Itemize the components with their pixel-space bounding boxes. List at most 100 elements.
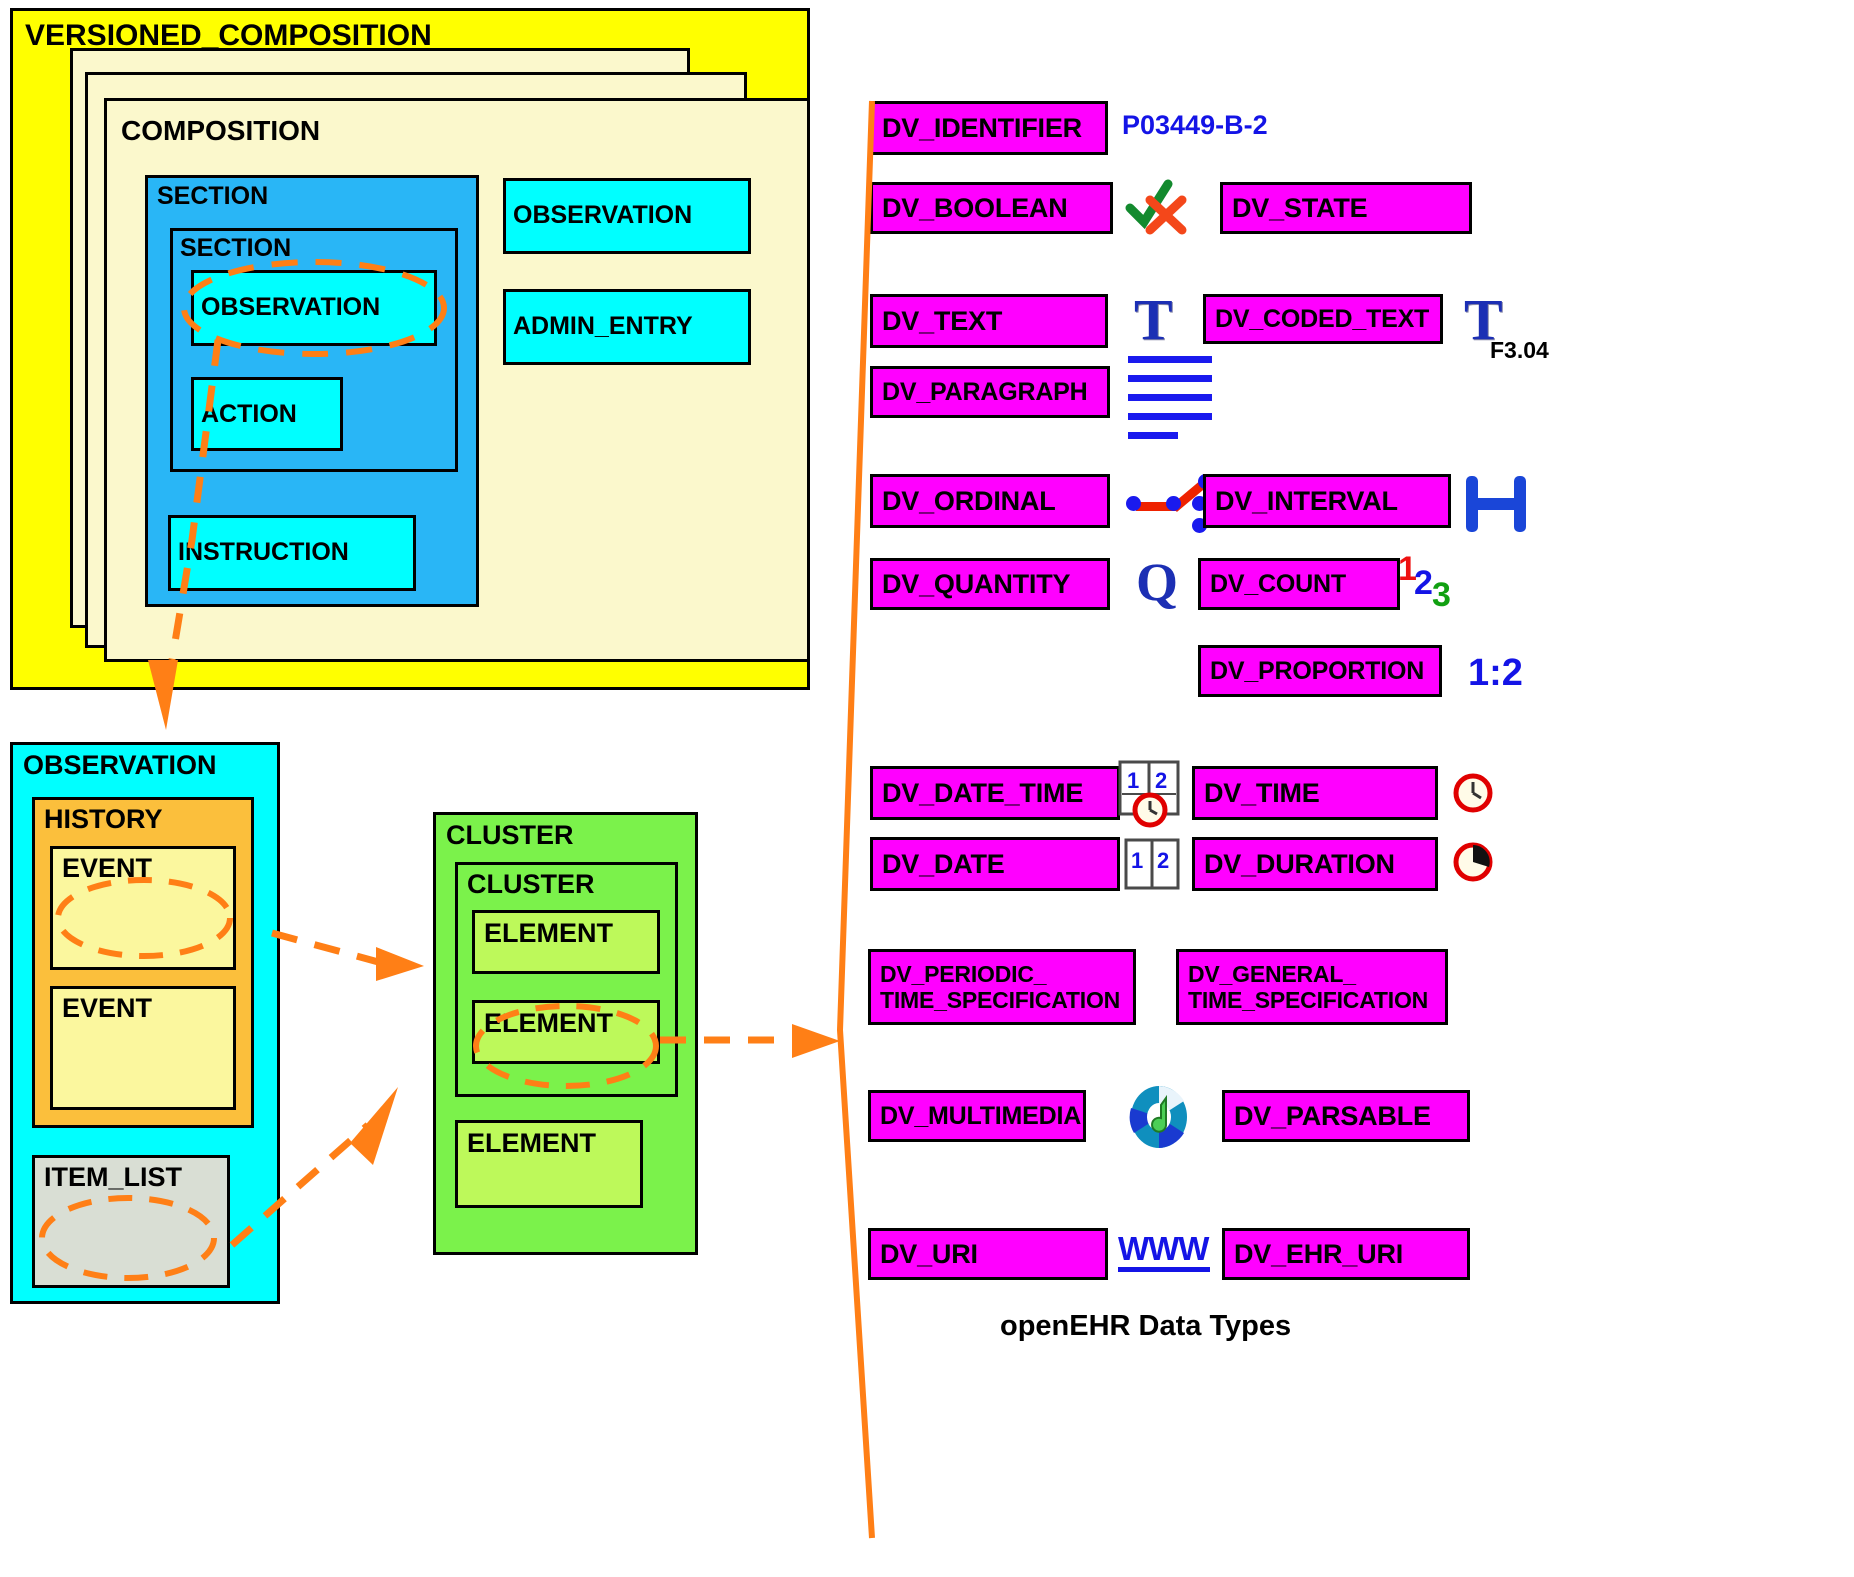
- dv-identifier-label: DV_IDENTIFIER: [882, 112, 1082, 143]
- element-label-3: ELEMENT: [467, 1128, 597, 1158]
- dv-date-box: DV_DATE: [870, 837, 1120, 891]
- observation-right-box: OBSERVATION: [503, 178, 751, 254]
- dv-multimedia-box: DV_MULTIMEDIA: [868, 1090, 1086, 1142]
- dv-time-label: DV_TIME: [1204, 777, 1320, 808]
- dv-state-box: DV_STATE: [1220, 182, 1472, 234]
- dv-ordinal-box: DV_ORDINAL: [870, 474, 1110, 528]
- dv-state-label: DV_STATE: [1232, 192, 1368, 223]
- element-label-2: ELEMENT: [484, 1008, 614, 1038]
- dv-ordinal-label: DV_ORDINAL: [882, 485, 1056, 516]
- observation-inner-box: OBSERVATION: [191, 270, 437, 346]
- dv-duration-label: DV_DURATION: [1204, 848, 1395, 879]
- dv-ehr-uri-box: DV_EHR_URI: [1222, 1228, 1470, 1280]
- dv-identifier-sample: P03449-B-2: [1122, 110, 1268, 140]
- action-label: ACTION: [201, 400, 297, 428]
- dv-identifier-box: DV_IDENTIFIER: [870, 101, 1108, 155]
- event-box-1: EVENT: [50, 846, 236, 970]
- dv-quantity-label: DV_QUANTITY: [882, 568, 1071, 599]
- observation-detail-label: OBSERVATION: [23, 750, 217, 780]
- element-box-2: ELEMENT: [472, 1000, 660, 1064]
- dv-interval-label: DV_INTERVAL: [1215, 485, 1398, 516]
- event-box-2: EVENT: [50, 986, 236, 1110]
- history-label: HISTORY: [44, 804, 163, 834]
- dv-proportion-label: DV_PROPORTION: [1210, 657, 1425, 685]
- dv-uri-box: DV_URI: [868, 1228, 1108, 1280]
- element-box-3: ELEMENT: [455, 1120, 643, 1208]
- dv-date-time-box: DV_DATE_TIME: [870, 766, 1120, 820]
- cluster-outer-label: CLUSTER: [446, 820, 574, 850]
- dv-parsable-box: DV_PARSABLE: [1222, 1090, 1470, 1142]
- diagram-caption: openEHR Data Types: [1000, 1310, 1292, 1342]
- quantity-Q-icon: Q: [1136, 552, 1179, 612]
- element-box-1: ELEMENT: [472, 910, 660, 974]
- www-text: WWW: [1118, 1230, 1209, 1267]
- count-digit-2: 2: [1414, 564, 1433, 602]
- dv-time-box: DV_TIME: [1192, 766, 1438, 820]
- instruction-label: INSTRUCTION: [178, 538, 349, 566]
- dv-quantity-box: DV_QUANTITY: [870, 558, 1110, 610]
- text-T-icon: T: [1134, 287, 1173, 352]
- dv-periodic-time-specification-box: DV_PERIODIC_ TIME_SPECIFICATION: [868, 949, 1136, 1025]
- action-box: ACTION: [191, 377, 343, 451]
- dv-proportion-box: DV_PROPORTION: [1198, 645, 1442, 697]
- count-123-icon: 1 2 3: [1398, 550, 1468, 614]
- instruction-box: INSTRUCTION: [168, 515, 416, 591]
- dv-boolean-box: DV_BOOLEAN: [870, 182, 1113, 234]
- section-outer-label: SECTION: [157, 182, 269, 210]
- dv-text-box: DV_TEXT: [870, 294, 1108, 348]
- dv-date-label: DV_DATE: [882, 848, 1005, 879]
- clock-icon: [1453, 773, 1493, 813]
- dv-general-time-spec-line2: TIME_SPECIFICATION: [1188, 987, 1429, 1013]
- versioned-composition-label: VERSIONED_COMPOSITION: [25, 19, 432, 52]
- item-list-label: ITEM_LIST: [44, 1162, 183, 1192]
- svg-text:1: 1: [1127, 768, 1139, 793]
- svg-text:2: 2: [1157, 848, 1169, 873]
- interval-bar-icon: [1466, 476, 1530, 532]
- count-digit-3: 3: [1432, 576, 1451, 614]
- dv-coded-text-label: DV_CODED_TEXT: [1215, 305, 1430, 333]
- element-label-1: ELEMENT: [484, 918, 614, 948]
- paragraph-lines-icon: [1128, 356, 1218, 440]
- dv-count-label: DV_COUNT: [1210, 570, 1346, 598]
- dv-ehr-uri-label: DV_EHR_URI: [1234, 1238, 1404, 1269]
- dv-coded-text-box: DV_CODED_TEXT: [1203, 294, 1443, 344]
- section-inner-label: SECTION: [180, 234, 292, 262]
- dv-general-time-spec-line1: DV_GENERAL_: [1188, 961, 1356, 988]
- cluster-inner-label: CLUSTER: [467, 869, 595, 899]
- observation-inner-label: OBSERVATION: [201, 293, 381, 321]
- dv-periodic-time-spec-line1: DV_PERIODIC_: [880, 961, 1047, 988]
- svg-text:2: 2: [1155, 768, 1167, 793]
- dv-duration-box: DV_DURATION: [1192, 837, 1438, 891]
- dv-multimedia-label: DV_MULTIMEDIA: [880, 1102, 1082, 1130]
- composition-label: COMPOSITION: [121, 115, 321, 146]
- svg-text:1: 1: [1131, 848, 1143, 873]
- check-cross-icon: [1125, 179, 1187, 235]
- diagram-canvas: VERSIONED_COMPOSITION COMPOSITION SECTIO…: [0, 0, 1854, 1577]
- dv-uri-label: DV_URI: [880, 1238, 978, 1269]
- www-link-icon: WWW: [1118, 1230, 1218, 1278]
- dv-interval-box: DV_INTERVAL: [1203, 474, 1451, 528]
- admin-entry-label: ADMIN_ENTRY: [513, 312, 693, 340]
- admin-entry-box: ADMIN_ENTRY: [503, 289, 751, 365]
- dv-general-time-specification-box: DV_GENERAL_ TIME_SPECIFICATION: [1176, 949, 1448, 1025]
- dv-text-label: DV_TEXT: [882, 305, 1003, 336]
- ordinal-scale-icon: [1122, 470, 1213, 538]
- multimedia-disc-icon: [1129, 1086, 1187, 1148]
- observation-right-label: OBSERVATION: [513, 201, 693, 229]
- calendar-clock-icon: 1 2: [1118, 760, 1180, 828]
- duration-clock-icon: [1453, 842, 1493, 882]
- dv-paragraph-box: DV_PARAGRAPH: [870, 366, 1110, 418]
- item-list-box: ITEM_LIST: [32, 1155, 230, 1288]
- event-label-2: EVENT: [62, 993, 153, 1023]
- dv-count-box: DV_COUNT: [1198, 558, 1400, 610]
- calendar-icon: 1 2: [1124, 838, 1180, 890]
- dv-date-time-label: DV_DATE_TIME: [882, 777, 1084, 808]
- dv-parsable-label: DV_PARSABLE: [1234, 1100, 1431, 1131]
- dv-paragraph-label: DV_PARAGRAPH: [882, 378, 1088, 406]
- event-to-cluster-arrow: [271, 929, 424, 981]
- dv-periodic-time-spec-line2: TIME_SPECIFICATION: [880, 987, 1121, 1013]
- dv-proportion-sample: 1:2: [1468, 652, 1523, 694]
- dv-coded-text-sample: F3.04: [1490, 337, 1549, 363]
- dv-boolean-label: DV_BOOLEAN: [882, 192, 1068, 223]
- event-label-1: EVENT: [62, 853, 153, 883]
